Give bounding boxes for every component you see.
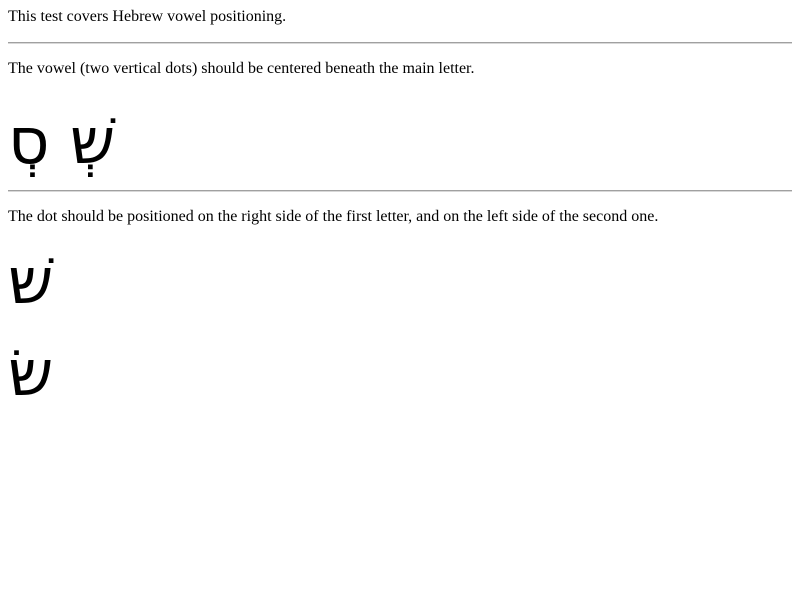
shin-dot-sample: שׁ bbox=[8, 245, 54, 319]
divider bbox=[8, 190, 792, 192]
vowel-instruction: The vowel (two vertical dots) should be … bbox=[8, 60, 475, 77]
vowel-sample-text: שְׁ סְ bbox=[8, 105, 116, 179]
dot-instruction: The dot should be positioned on the righ… bbox=[8, 208, 659, 225]
intro-text: This test covers Hebrew vowel positionin… bbox=[8, 8, 287, 25]
test-page: This test covers Hebrew vowel positionin… bbox=[0, 0, 800, 414]
sin-dot-sample: שׂ bbox=[8, 337, 54, 411]
divider bbox=[8, 42, 792, 44]
